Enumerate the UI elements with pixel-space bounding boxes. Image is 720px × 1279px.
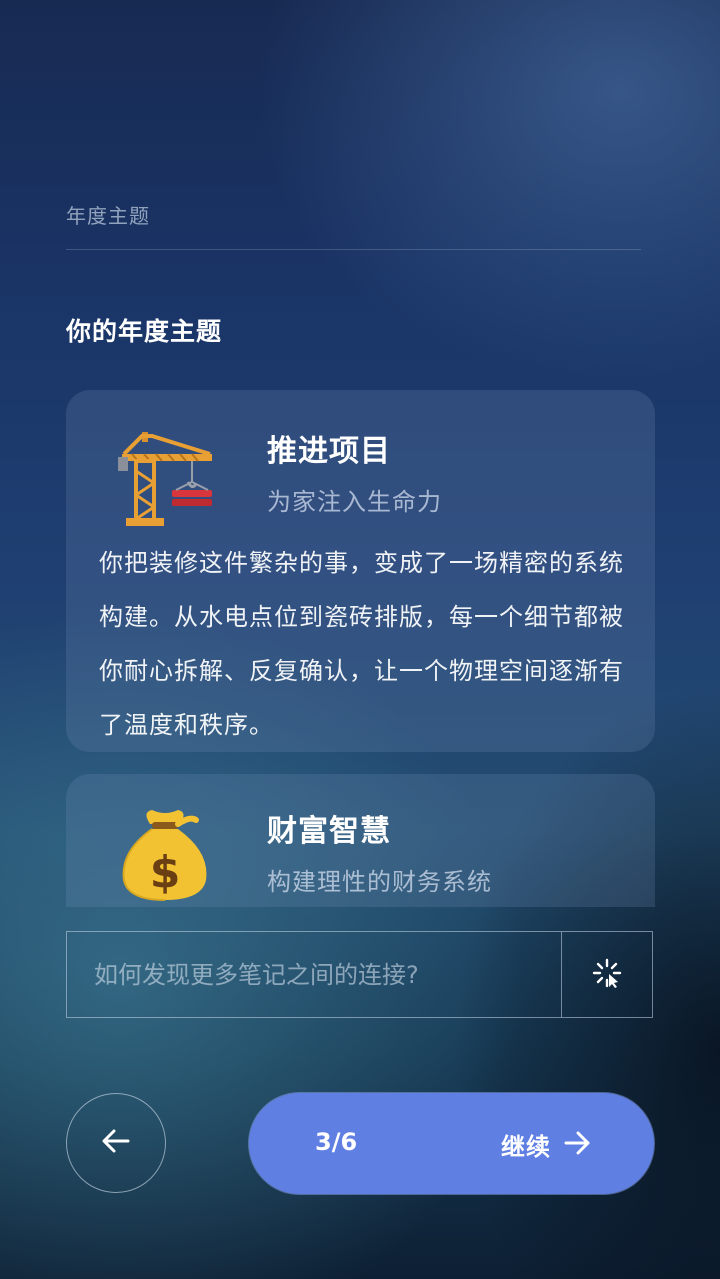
theme-cards[interactable]: 推进项目 为家注入生命力 你把装修这件繁杂的事，变成了一场精密的系统构建。从水电… xyxy=(0,385,720,907)
arrow-right-icon xyxy=(563,1130,591,1160)
sparkle-icon xyxy=(591,957,623,993)
theme-card-project: 推进项目 为家注入生命力 你把装修这件繁杂的事，变成了一场精密的系统构建。从水电… xyxy=(66,390,655,752)
theme-subtitle: 为家注入生命力 xyxy=(267,488,442,516)
header-label: 年度主题 xyxy=(66,204,150,228)
theme-title: 财富智慧 xyxy=(267,814,391,849)
prompt-input[interactable] xyxy=(67,932,561,1017)
header-divider xyxy=(66,249,641,250)
continue-label: 继续 xyxy=(501,1133,551,1161)
theme-card-wealth: $ 财富智慧 构建理性的财务系统 xyxy=(66,774,655,907)
section-title: 你的年度主题 xyxy=(66,317,223,346)
continue-button[interactable]: 3/6 继续 xyxy=(249,1093,654,1194)
construction-crane-icon xyxy=(112,424,218,530)
theme-description: 你把装修这件繁杂的事，变成了一场精密的系统构建。从水电点位到瓷砖排版，每一个细节… xyxy=(99,549,624,739)
back-button[interactable] xyxy=(66,1093,166,1193)
svg-text:$: $ xyxy=(150,847,181,898)
prompt-action-button[interactable] xyxy=(562,932,652,1017)
theme-title: 推进项目 xyxy=(267,434,391,469)
arrow-left-icon xyxy=(101,1128,131,1158)
money-bag-icon: $ xyxy=(112,802,218,907)
prompt-bar xyxy=(66,931,653,1018)
step-counter: 3/6 xyxy=(315,1128,358,1156)
theme-subtitle: 构建理性的财务系统 xyxy=(267,868,492,896)
